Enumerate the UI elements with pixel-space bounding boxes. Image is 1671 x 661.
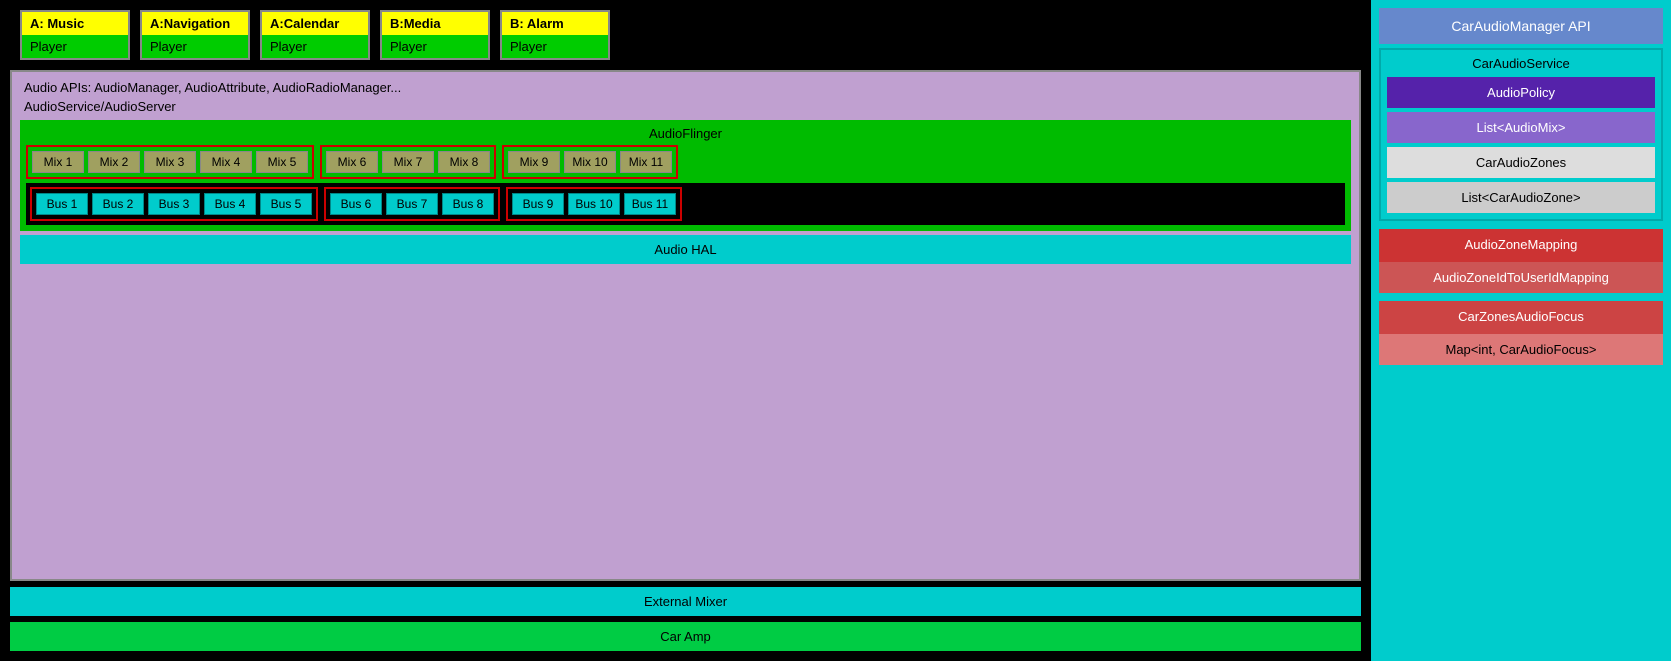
player-a-music: A: Music Player [20, 10, 130, 60]
player-b-alarm-bottom: Player [502, 35, 608, 58]
player-b-media: B:Media Player [380, 10, 490, 60]
mix-3: Mix 3 [144, 151, 196, 173]
list-car-audio-zone-box: List<CarAudioZone> [1387, 182, 1655, 213]
player-a-navigation: A:Navigation Player [140, 10, 250, 60]
right-panel-inner: CarAudioManager API CarAudioService Audi… [1379, 8, 1663, 653]
bus-1: Bus 1 [36, 193, 88, 215]
bus-6: Bus 6 [330, 193, 382, 215]
zone1-mix-group: Mix 1 Mix 2 Mix 3 Mix 4 Mix 5 [26, 145, 314, 179]
zone1-bus-group: Bus 1 Bus 2 Bus 3 Bus 4 Bus 5 [30, 187, 318, 221]
car-zones-audio-focus-box: CarZonesAudioFocus [1379, 301, 1663, 332]
zone2-mix-row: Mix 6 Mix 7 Mix 8 [326, 151, 490, 173]
bus-11: Bus 11 [624, 193, 676, 215]
zone1-mix-row: Mix 1 Mix 2 Mix 3 Mix 4 Mix 5 [32, 151, 308, 173]
main-diagram: A: Music Player A:Navigation Player A:Ca… [0, 0, 1371, 661]
mix-6: Mix 6 [326, 151, 378, 173]
audio-policy-box: AudioPolicy [1387, 77, 1655, 108]
zone3-mix-row: Mix 9 Mix 10 Mix 11 [508, 151, 672, 173]
player-b-alarm-top: B: Alarm [502, 12, 608, 35]
bus-8: Bus 8 [442, 193, 494, 215]
bus-4: Bus 4 [204, 193, 256, 215]
zone3-mix-group: Mix 9 Mix 10 Mix 11 [502, 145, 678, 179]
audio-zone-mapping-box: AudioZoneMapping [1379, 229, 1663, 260]
mix-4: Mix 4 [200, 151, 252, 173]
car-audio-service-section: CarAudioService AudioPolicy List<AudioMi… [1379, 48, 1663, 221]
bus-10: Bus 10 [568, 193, 620, 215]
car-audio-service-label: CarAudioService [1387, 56, 1655, 71]
bottom-bars: External Mixer Car Amp [10, 587, 1361, 651]
audio-flinger-area: AudioFlinger Mix 1 Mix 2 Mix 3 Mix 4 Mix… [20, 120, 1351, 231]
mix-8: Mix 8 [438, 151, 490, 173]
audio-stack: Audio APIs: AudioManager, AudioAttribute… [10, 70, 1361, 581]
player-a-navigation-bottom: Player [142, 35, 248, 58]
car-audio-zones-box: CarAudioZones [1387, 147, 1655, 178]
car-audio-manager-api: CarAudioManager API [1379, 8, 1663, 44]
player-b-alarm: B: Alarm Player [500, 10, 610, 60]
car-zones-audio-focus-section: CarZonesAudioFocus Map<int, CarAudioFocu… [1379, 301, 1663, 365]
mix-7: Mix 7 [382, 151, 434, 173]
player-b-media-bottom: Player [382, 35, 488, 58]
audio-zone-mapping-section: AudioZoneMapping AudioZoneIdToUserIdMapp… [1379, 229, 1663, 293]
mix-10: Mix 10 [564, 151, 616, 173]
list-audiomix-box: List<AudioMix> [1387, 112, 1655, 143]
bus-2: Bus 2 [92, 193, 144, 215]
mix-5: Mix 5 [256, 151, 308, 173]
player-b-media-top: B:Media [382, 12, 488, 35]
external-mixer-bar: External Mixer [10, 587, 1361, 616]
player-a-music-bottom: Player [22, 35, 128, 58]
car-amp-bar: Car Amp [10, 622, 1361, 651]
player-a-navigation-top: A:Navigation [142, 12, 248, 35]
player-a-calendar-bottom: Player [262, 35, 368, 58]
audio-service-label: AudioService/AudioServer [20, 99, 1351, 114]
player-a-calendar: A:Calendar Player [260, 10, 370, 60]
bus-7: Bus 7 [386, 193, 438, 215]
mix-1: Mix 1 [32, 151, 84, 173]
audio-zone-id-box: AudioZoneIdToUserIdMapping [1379, 262, 1663, 293]
players-row: A: Music Player A:Navigation Player A:Ca… [10, 10, 1361, 60]
audio-flinger-label: AudioFlinger [26, 126, 1345, 141]
bus-5: Bus 5 [260, 193, 312, 215]
audio-hal-bar: Audio HAL [20, 235, 1351, 264]
mix-11: Mix 11 [620, 151, 672, 173]
map-int-car-audio-focus-box: Map<int, CarAudioFocus> [1379, 334, 1663, 365]
player-a-calendar-top: A:Calendar [262, 12, 368, 35]
bus-9: Bus 9 [512, 193, 564, 215]
zone3-bus-group: Bus 9 Bus 10 Bus 11 [506, 187, 682, 221]
right-panel: CarAudioManager API CarAudioService Audi… [1371, 0, 1671, 661]
zone2-mix-group: Mix 6 Mix 7 Mix 8 [320, 145, 496, 179]
bus-3: Bus 3 [148, 193, 200, 215]
zone2-bus-group: Bus 6 Bus 7 Bus 8 [324, 187, 500, 221]
player-a-music-top: A: Music [22, 12, 128, 35]
mix-2: Mix 2 [88, 151, 140, 173]
audio-apis-label: Audio APIs: AudioManager, AudioAttribute… [20, 80, 1351, 95]
mix-9: Mix 9 [508, 151, 560, 173]
